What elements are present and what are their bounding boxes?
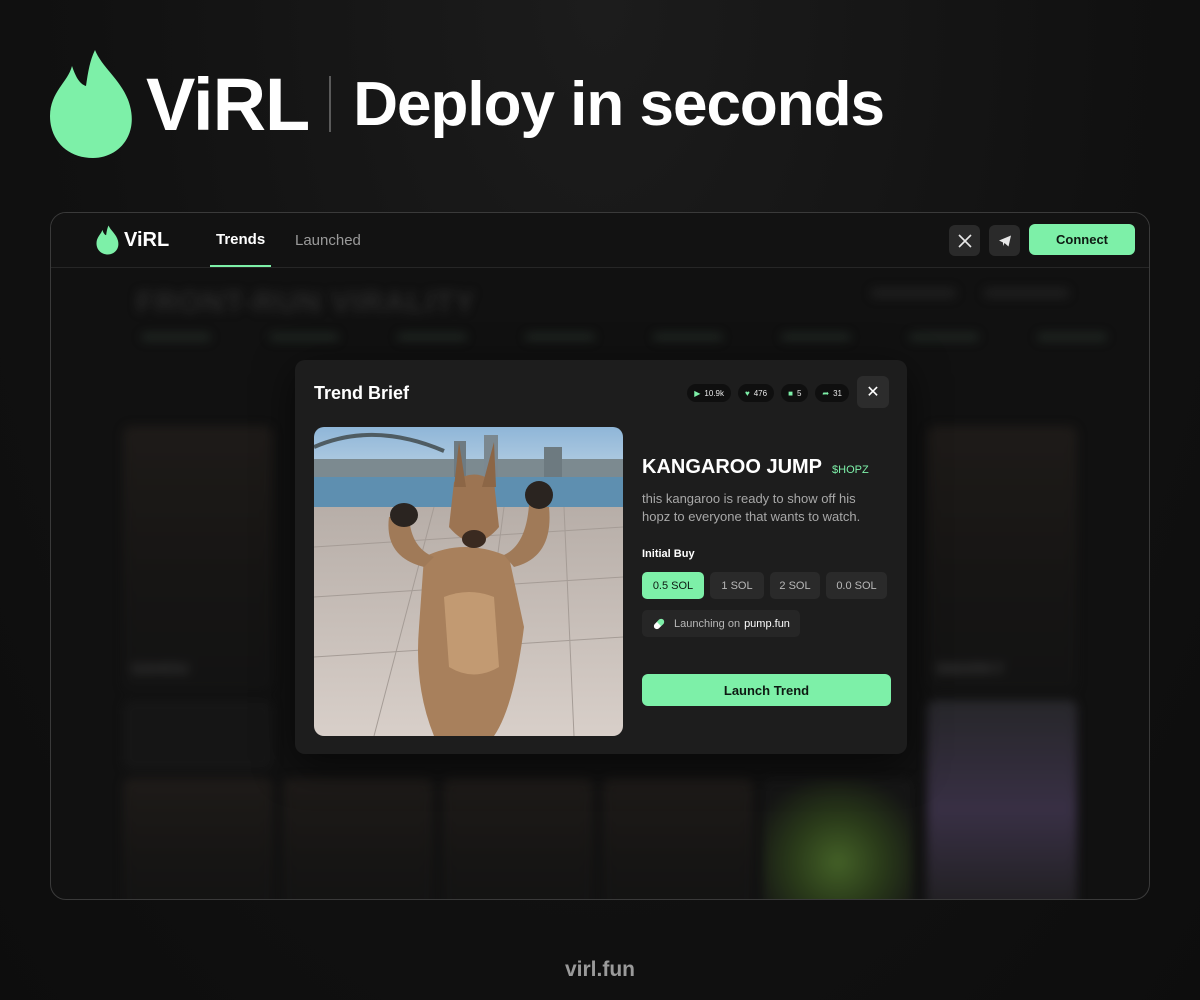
background-filters xyxy=(871,288,1069,298)
background-card-label: SMARKY xyxy=(935,661,1005,678)
initial-buy-label: Initial Buy xyxy=(642,548,695,560)
background-card xyxy=(927,700,1077,899)
background-ticker xyxy=(653,333,723,341)
flame-icon xyxy=(96,225,119,255)
background-filter xyxy=(984,288,1069,298)
trend-ticker: $HOPZ xyxy=(832,464,869,476)
play-icon: ▶ xyxy=(694,388,701,398)
buy-option-2-sol[interactable]: 2 SOL xyxy=(770,572,820,599)
trend-brief-modal: Trend Brief ▶ 10.9k ♥ 476 ■ 5 ➦ 31 ✕ KAN… xyxy=(295,360,907,754)
launch-platform-badge: Launching on pump.fun xyxy=(642,610,800,637)
buy-option-1-sol[interactable]: 1 SOL xyxy=(710,572,764,599)
background-card xyxy=(443,778,593,899)
views-stat: ▶ 10.9k xyxy=(687,384,731,402)
background-card xyxy=(603,778,753,899)
tab-trends[interactable]: Trends xyxy=(210,213,272,267)
launch-trend-button[interactable]: Launch Trend xyxy=(642,674,891,706)
kangaroo-image xyxy=(314,427,623,736)
trend-description: this kangaroo is ready to show off his h… xyxy=(642,491,861,524)
background-ticker xyxy=(141,333,211,341)
hero-divider xyxy=(329,76,332,132)
background-card xyxy=(763,778,913,899)
share-icon: ➦ xyxy=(822,388,830,398)
views-count: 10.9k xyxy=(704,388,724,398)
hero-header: ViRL Deploy in seconds xyxy=(50,48,885,160)
nav-logo[interactable]: ViRL xyxy=(96,225,169,255)
telegram-icon[interactable] xyxy=(989,225,1020,256)
likes-stat: ♥ 476 xyxy=(737,384,775,402)
comment-icon: ■ xyxy=(788,388,793,398)
shares-stat: ➦ 31 xyxy=(815,384,849,402)
background-ticker-row xyxy=(141,333,1149,341)
background-ticker xyxy=(909,333,979,341)
pill-icon xyxy=(653,618,665,629)
background-card: SMARKY xyxy=(927,426,1077,691)
background-card xyxy=(123,778,273,899)
buy-option-0-5-sol[interactable]: 0.5 SOL xyxy=(642,572,704,599)
launching-prefix: Launching on xyxy=(674,617,741,630)
background-heading: FRONT-RUN VIRALITY xyxy=(136,286,476,319)
background-ticker xyxy=(1037,333,1107,341)
x-icon[interactable] xyxy=(949,225,980,256)
background-ticker xyxy=(269,333,339,341)
background-card-label: SAHOU xyxy=(131,661,189,678)
comments-stat: ■ 5 xyxy=(781,384,809,402)
connect-button[interactable]: Connect xyxy=(1029,224,1135,255)
close-button[interactable]: ✕ xyxy=(857,376,889,408)
background-ticker xyxy=(525,333,595,341)
initial-buy-options: 0.5 SOL 1 SOL 2 SOL 0.0 SOL xyxy=(642,572,887,599)
hero-tagline: Deploy in seconds xyxy=(353,69,885,139)
launching-platform: pump.fun xyxy=(744,617,790,630)
background-card xyxy=(123,700,273,770)
background-ticker xyxy=(397,333,467,341)
top-navbar: ViRL Trends Launched Connect xyxy=(51,213,1149,268)
buy-option-custom-sol[interactable]: 0.0 SOL xyxy=(826,572,887,599)
tab-launched[interactable]: Launched xyxy=(295,213,361,267)
hero-brand: ViRL xyxy=(146,62,310,146)
likes-count: 476 xyxy=(753,388,768,398)
background-card xyxy=(283,778,433,899)
shares-count: 31 xyxy=(833,388,842,398)
flame-icon xyxy=(50,50,132,158)
footer-url: virl.fun xyxy=(564,958,635,981)
trend-name: KANGAROO JUMP xyxy=(642,456,823,478)
nav-brand: ViRL xyxy=(124,228,170,251)
trend-media[interactable] xyxy=(314,427,623,736)
stats-row: ▶ 10.9k ♥ 476 ■ 5 ➦ 31 xyxy=(687,384,849,402)
comments-count: 5 xyxy=(796,388,802,398)
modal-title: Trend Brief xyxy=(314,383,410,403)
app-window: ViRL Trends Launched Connect FRONT-RUN V… xyxy=(50,212,1150,900)
heart-icon: ♥ xyxy=(744,388,750,398)
close-icon: ✕ xyxy=(866,384,880,401)
trend-title: KANGAROO JUMP $HOPZ xyxy=(642,456,869,479)
background-card: SAHOU xyxy=(123,426,273,691)
background-filter xyxy=(871,288,956,298)
background-ticker xyxy=(781,333,851,341)
